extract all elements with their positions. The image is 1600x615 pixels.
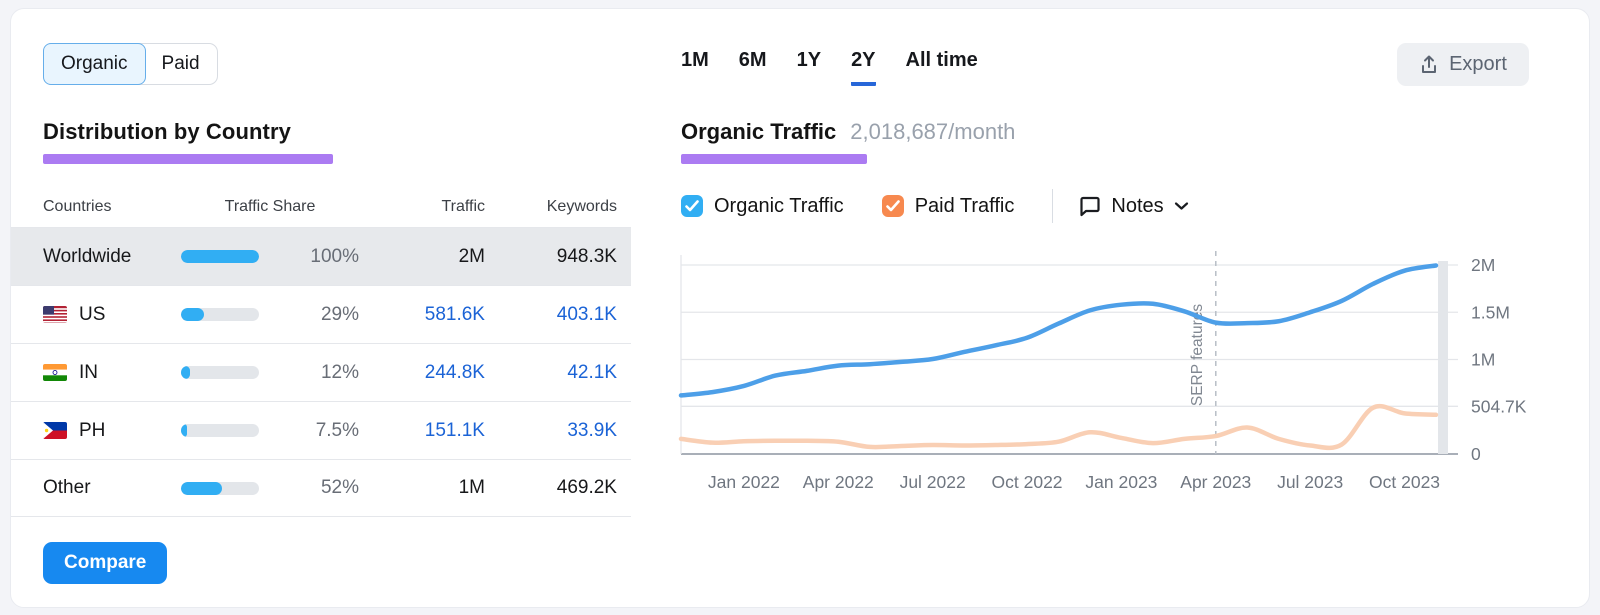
- export-upload-icon: [1419, 54, 1439, 75]
- keywords-value: 948.3K: [499, 246, 617, 268]
- time-range-tabs: 1M 6M 1Y 2Y All time: [681, 49, 978, 86]
- chart-legend: Organic Traffic Paid Traffic Notes: [681, 189, 1189, 223]
- organic-traffic-heading: Organic Traffic 2,018,687/month: [681, 119, 1015, 145]
- in-flag-icon: [43, 364, 67, 381]
- svg-text:Oct 2023: Oct 2023: [1369, 472, 1440, 492]
- legend-paid-traffic: Paid Traffic: [882, 195, 1015, 218]
- traffic-value-link[interactable]: 151.1K: [373, 420, 485, 442]
- organic-traffic-checkbox[interactable]: [681, 195, 703, 217]
- traffic-accent-bar: [681, 154, 867, 164]
- traffic-title: Organic Traffic: [681, 119, 836, 145]
- svg-text:0: 0: [1471, 444, 1481, 464]
- chevron-down-icon: [1174, 201, 1189, 211]
- traffic-share-value: 52%: [273, 477, 359, 499]
- traffic-share-bar: [181, 424, 259, 437]
- svg-text:2M: 2M: [1471, 255, 1495, 275]
- svg-text:Apr 2022: Apr 2022: [803, 472, 874, 492]
- traffic-share-bar: [181, 366, 259, 379]
- notes-bubble-icon: [1079, 196, 1101, 217]
- col-traffic-share: Traffic Share: [181, 198, 359, 216]
- country-name: PH: [79, 420, 105, 442]
- svg-text:504.7K: 504.7K: [1471, 396, 1527, 416]
- svg-text:Jul 2023: Jul 2023: [1277, 472, 1343, 492]
- tab-2y[interactable]: 2Y: [851, 49, 875, 86]
- svg-text:Oct 2022: Oct 2022: [992, 472, 1063, 492]
- us-flag-icon: [43, 306, 67, 323]
- compare-button[interactable]: Compare: [43, 542, 167, 584]
- keywords-value: 469.2K: [499, 477, 617, 499]
- svg-text:Jul 2022: Jul 2022: [900, 472, 966, 492]
- table-row-us[interactable]: US 29% 581.6K 403.1K: [11, 285, 631, 343]
- traffic-share-value: 100%: [273, 246, 359, 268]
- country-name: US: [79, 304, 105, 326]
- traffic-share-value: 7.5%: [273, 420, 359, 442]
- tab-1m[interactable]: 1M: [681, 49, 709, 86]
- table-row-ph[interactable]: PH 7.5% 151.1K 33.9K: [11, 401, 631, 459]
- table-row-worldwide[interactable]: Worldwide 100% 2M 948.3K: [11, 227, 631, 285]
- traffic-share-bar: [181, 308, 259, 321]
- traffic-share-bar: [181, 250, 259, 263]
- traffic-monthly-value: 2,018,687/month: [850, 119, 1015, 145]
- country-accent-bar: [43, 154, 333, 164]
- export-button[interactable]: Export: [1397, 43, 1529, 86]
- col-keywords: Keywords: [499, 198, 617, 216]
- svg-text:1.5M: 1.5M: [1471, 302, 1510, 322]
- keywords-value-link[interactable]: 33.9K: [499, 420, 617, 442]
- svg-text:Jan 2023: Jan 2023: [1085, 472, 1157, 492]
- traffic-trend-chart[interactable]: 2M1.5M1M504.7K0SERP featuresJan 2022Apr …: [671, 237, 1561, 499]
- traffic-value-link[interactable]: 244.8K: [373, 362, 485, 384]
- traffic-value: 1M: [373, 477, 485, 499]
- ph-flag-icon: [43, 422, 67, 439]
- country-name: IN: [79, 362, 98, 384]
- check-icon: [886, 200, 900, 212]
- toggle-organic[interactable]: Organic: [43, 43, 146, 85]
- svg-text:Apr 2023: Apr 2023: [1180, 472, 1251, 492]
- organic-paid-toggle: Organic Paid: [43, 43, 218, 85]
- svg-text:1M: 1M: [1471, 350, 1495, 370]
- paid-traffic-checkbox[interactable]: [882, 195, 904, 217]
- tab-all-time[interactable]: All time: [906, 49, 978, 86]
- country-table-header: Countries Traffic Share Traffic Keywords: [11, 187, 631, 227]
- tab-6m[interactable]: 6M: [739, 49, 767, 86]
- keywords-value-link[interactable]: 42.1K: [499, 362, 617, 384]
- country-name: Worldwide: [43, 246, 167, 268]
- traffic-value: 2M: [373, 246, 485, 268]
- traffic-value-link[interactable]: 581.6K: [373, 304, 485, 326]
- tab-1y[interactable]: 1Y: [797, 49, 821, 86]
- country-table: Countries Traffic Share Traffic Keywords…: [11, 187, 631, 517]
- country-section-title: Distribution by Country: [43, 119, 291, 145]
- table-row-in[interactable]: IN 12% 244.8K 42.1K: [11, 343, 631, 401]
- legend-divider: [1052, 189, 1053, 223]
- table-row-other[interactable]: Other 52% 1M 469.2K: [11, 459, 631, 517]
- traffic-share-bar: [181, 482, 259, 495]
- check-icon: [685, 200, 699, 212]
- col-countries: Countries: [43, 198, 167, 216]
- svg-text:Jan 2022: Jan 2022: [708, 472, 780, 492]
- traffic-share-value: 12%: [273, 362, 359, 384]
- keywords-value-link[interactable]: 403.1K: [499, 304, 617, 326]
- toggle-paid[interactable]: Paid: [145, 44, 217, 84]
- country-name: Other: [43, 477, 167, 499]
- legend-organic-traffic: Organic Traffic: [681, 195, 844, 218]
- notes-dropdown[interactable]: Notes: [1079, 195, 1188, 218]
- col-traffic: Traffic: [373, 198, 485, 216]
- traffic-analytics-card: Organic Paid Distribution by Country Cou…: [10, 8, 1590, 608]
- traffic-share-value: 29%: [273, 304, 359, 326]
